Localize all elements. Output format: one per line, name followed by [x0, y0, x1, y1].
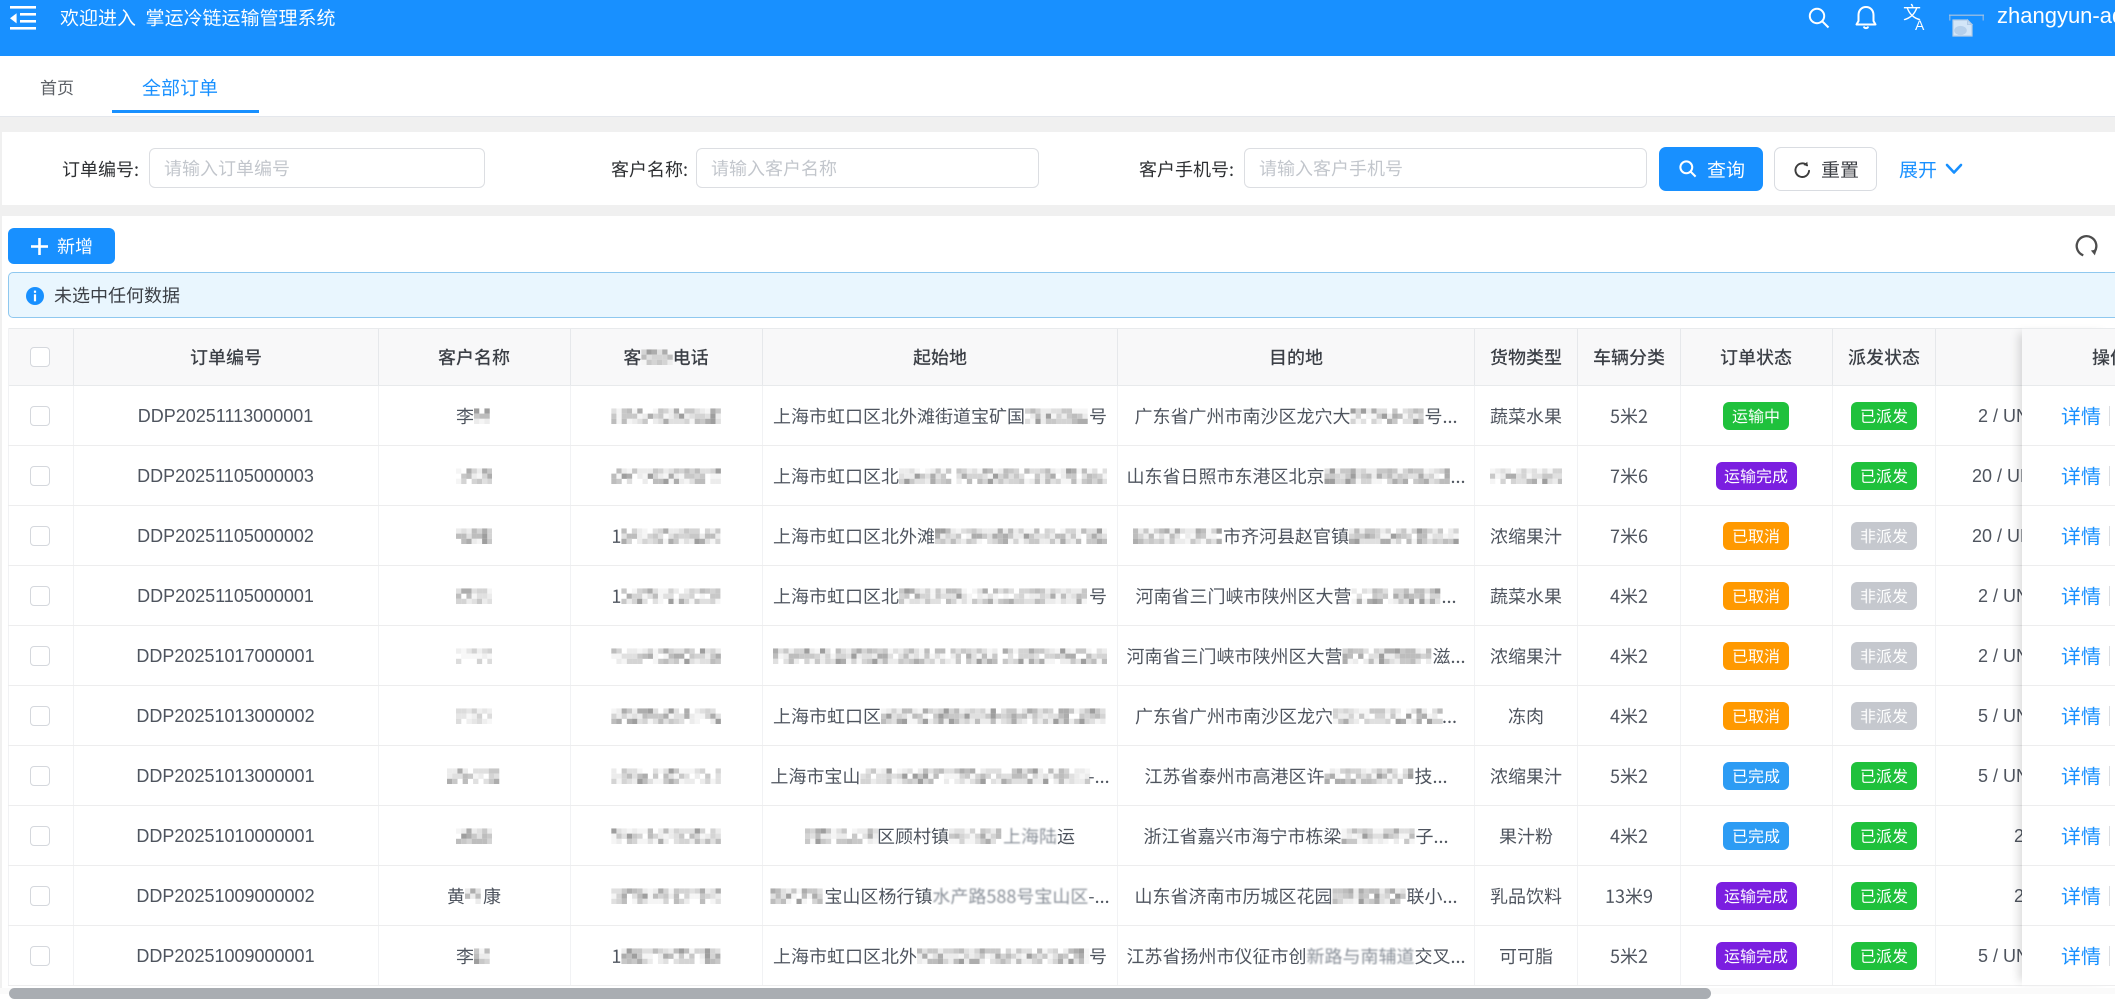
svg-text:A: A: [1915, 17, 1925, 33]
